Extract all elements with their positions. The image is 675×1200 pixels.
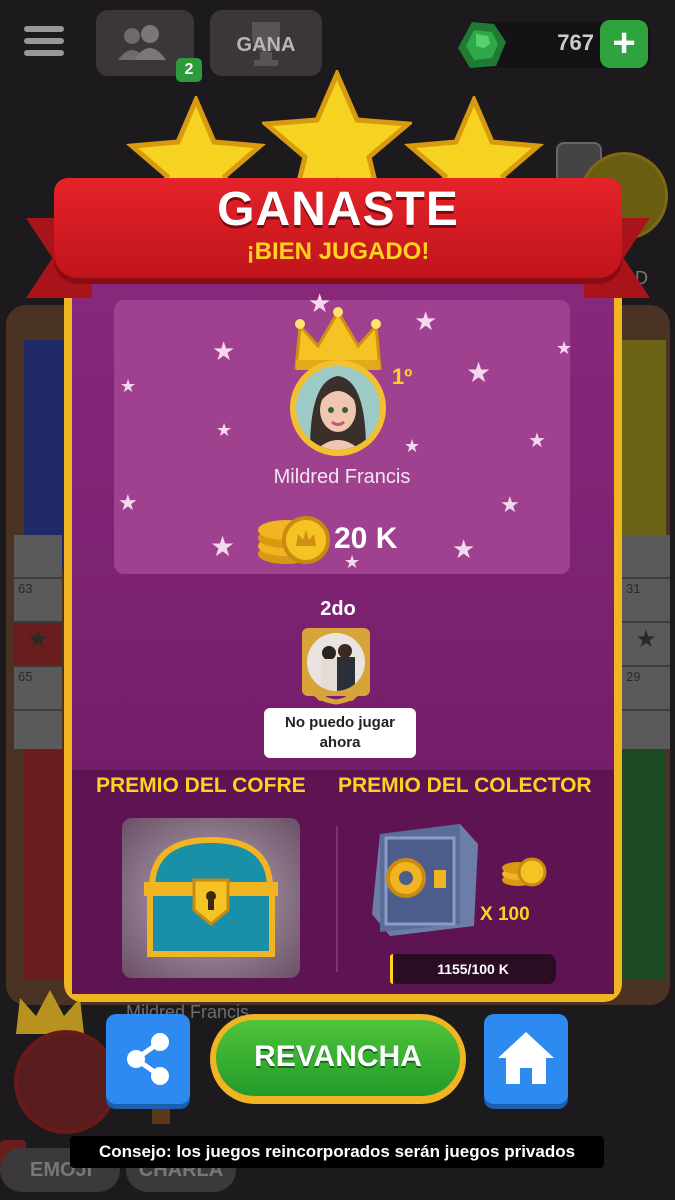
collector-progress-bar: 1155/100 K (390, 954, 556, 984)
friends-icon (118, 25, 166, 60)
gana-label: GANA (236, 34, 296, 56)
chest-reward-title: PREMIO DEL COFRE (96, 774, 306, 797)
share-icon (127, 1033, 169, 1085)
sparkle-star-icon: ★ (452, 534, 476, 564)
coin-icon (502, 857, 547, 887)
sparkle-star-icon: ★ (556, 338, 573, 358)
collector-progress-label: 1155/100 K (437, 961, 509, 977)
track-cell: 31 (622, 579, 670, 623)
board-track-right: 31 ★ 29 (622, 535, 670, 749)
gem-count: 767 (557, 30, 594, 55)
gana-button[interactable]: GANA (210, 10, 322, 76)
second-place-message: No puedo jugar ahora (264, 708, 416, 758)
rematch-button[interactable]: REVANCHA (210, 1014, 466, 1104)
sparkle-star-icon: ★ (118, 490, 138, 515)
winner-coins: 20 K (334, 522, 398, 555)
coin-icon (258, 516, 330, 564)
sparkle-star-icon: ★ (212, 336, 236, 366)
collector-multiplier: X 100 (480, 904, 530, 925)
player-avatar (14, 1030, 118, 1134)
track-cell: 63 (14, 579, 62, 623)
rematch-label: REVANCHA (254, 1040, 422, 1073)
sparkle-star-icon: ★ (120, 376, 137, 396)
sparkle-star-icon: ★ (414, 306, 438, 336)
friends-count-badge: 2 (176, 58, 202, 82)
star-icon: ★ (622, 623, 670, 667)
message-line: ahora (319, 734, 361, 751)
tip-banner: Consejo: los juegos reincorporados serán… (70, 1136, 604, 1168)
sparkle-star-icon: ★ (216, 420, 233, 440)
sparkle-star-icon: ★ (528, 430, 546, 452)
chest-icon (144, 836, 278, 957)
track-cell: 29 (622, 667, 670, 711)
sparkle-star-icon: ★ (404, 436, 421, 456)
winner-name: Mildred Francis (273, 466, 411, 488)
sparkle-star-icon: ★ (466, 357, 492, 388)
rewards-divider (336, 826, 338, 972)
result-title: GANASTE (217, 183, 459, 236)
collector-reward-title: PREMIO DEL COLECTOR (338, 774, 592, 797)
home-icon (498, 1032, 554, 1084)
sparkle-star-icon: ★ (210, 531, 236, 562)
winner-place: 1º (392, 364, 413, 389)
second-place-label: 2do (320, 598, 356, 620)
winner-avatar (290, 360, 386, 456)
share-button[interactable] (106, 1014, 190, 1104)
board-track-left: 63 ★ 65 (14, 535, 62, 749)
chest-reward[interactable] (122, 818, 300, 978)
sparkle-star-icon: ★ (500, 492, 520, 517)
add-gems-button[interactable]: + (600, 20, 648, 68)
message-line: No puedo jugar (285, 714, 395, 731)
emerald-icon (458, 22, 506, 68)
vault-icon (372, 824, 478, 936)
laurel-icon (303, 677, 369, 705)
menu-icon[interactable] (24, 26, 64, 60)
home-button[interactable] (484, 1014, 568, 1104)
star-icon: ★ (14, 623, 62, 667)
track-cell: 65 (14, 667, 62, 711)
result-subtitle: ¡BIEN JUGADO! (246, 238, 430, 265)
